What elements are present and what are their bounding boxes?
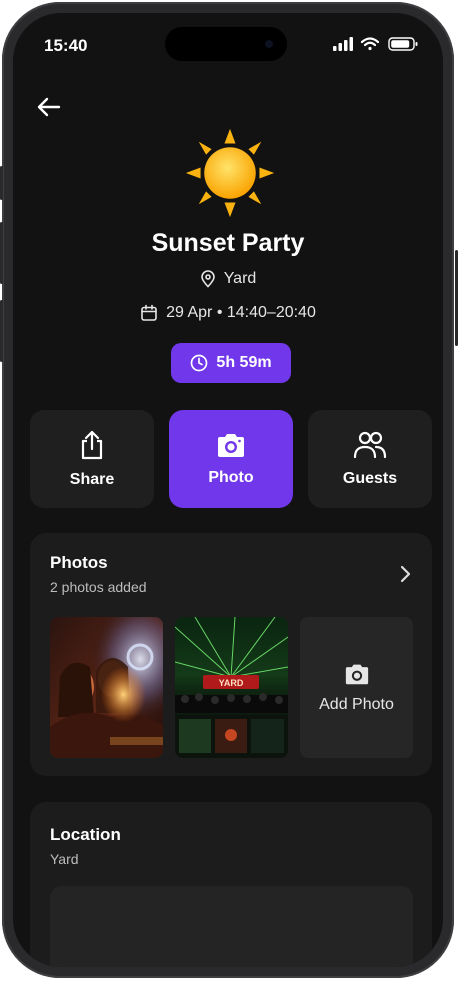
action-row: Share Photo Guests	[30, 410, 433, 508]
cellular-signal-icon	[333, 37, 353, 51]
guests-label: Guests	[342, 470, 398, 487]
action-button	[0, 166, 3, 200]
battery-icon	[388, 37, 418, 51]
location-value: Yard	[50, 851, 79, 867]
screen: 15:40 Sunset Party Yard 29 Apr • 14:40–2…	[13, 13, 443, 967]
camera-icon	[345, 664, 368, 684]
photos-title: Photos	[50, 553, 108, 572]
event-title: Sunset Party	[151, 229, 305, 257]
event-date-row: 29 Apr • 14:40–20:40	[13, 304, 443, 322]
front-camera	[265, 40, 273, 48]
map-pin-icon	[200, 270, 215, 288]
photo-label: Photo	[208, 469, 254, 486]
event-location: Yard	[223, 270, 257, 287]
add-photo-button[interactable]: Add Photo	[300, 617, 413, 758]
volume-down-button	[0, 300, 3, 362]
volume-up-button	[0, 222, 3, 284]
clock-icon	[191, 354, 208, 372]
wifi-icon	[360, 37, 380, 51]
event-location-row: Yard	[13, 270, 443, 288]
sun-icon	[185, 128, 275, 218]
camera-icon	[218, 434, 244, 457]
duration-text: 5h 59m	[216, 354, 272, 371]
share-button[interactable]: Share	[30, 410, 154, 508]
chevron-right-icon[interactable]	[396, 565, 414, 583]
status-bar: 15:40	[13, 13, 443, 73]
status-icons	[333, 37, 418, 51]
back-arrow-icon[interactable]	[35, 93, 63, 121]
location-card: Location Yard	[30, 802, 432, 967]
concert-photo-thumbnail[interactable]: YARD	[175, 617, 288, 758]
event-date-time: 29 Apr • 14:40–20:40	[166, 304, 316, 321]
party-photo-thumbnail[interactable]	[50, 617, 163, 758]
add-photo-label: Add Photo	[319, 695, 394, 713]
photos-card: Photos 2 photos added YARD Add Photo	[30, 533, 432, 776]
photos-count: 2 photos added	[50, 579, 147, 595]
share-label: Share	[69, 471, 115, 488]
photo-button[interactable]: Photo	[169, 410, 293, 508]
concert-photo-image: YARD	[175, 617, 288, 758]
share-icon	[81, 430, 103, 460]
location-title: Location	[50, 825, 121, 844]
calendar-icon	[141, 304, 157, 321]
duration-badge: 5h 59m	[171, 343, 291, 383]
dynamic-island	[165, 27, 287, 61]
users-icon	[353, 431, 387, 459]
status-time: 15:40	[44, 36, 88, 55]
guests-button[interactable]: Guests	[308, 410, 432, 508]
stage-sign-text: YARD	[219, 678, 244, 688]
